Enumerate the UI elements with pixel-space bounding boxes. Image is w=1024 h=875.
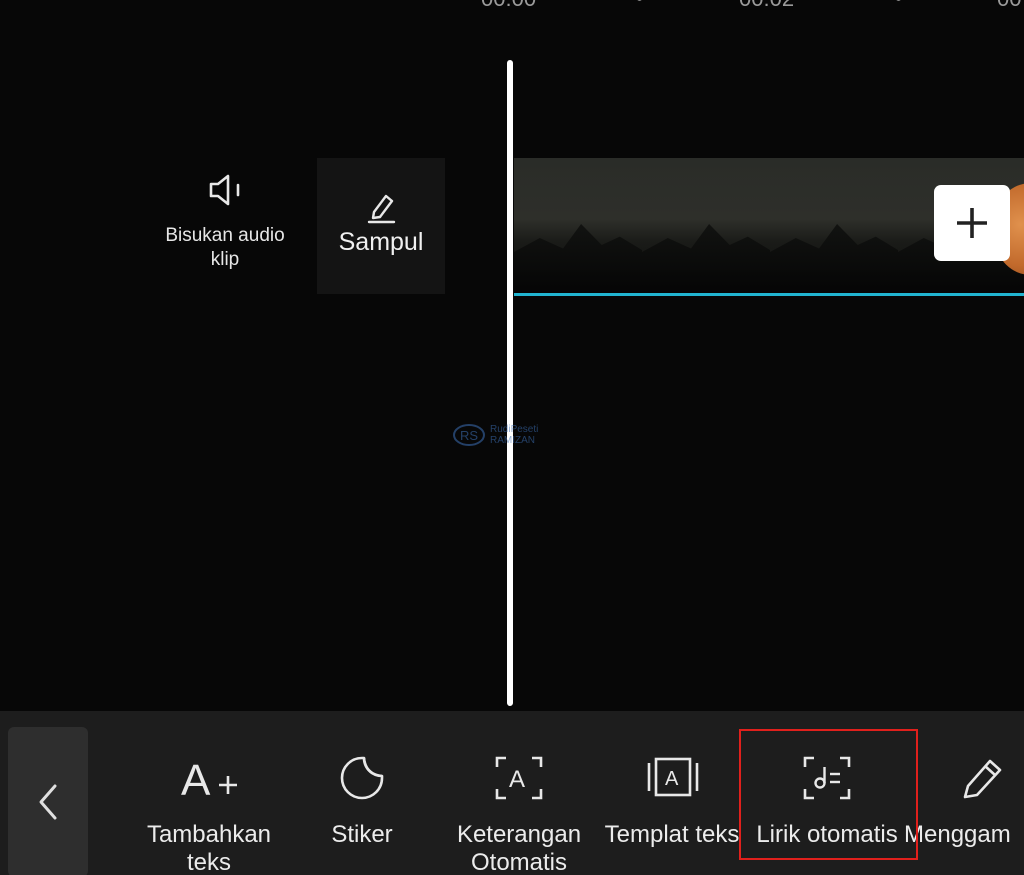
pencil-icon [367, 194, 396, 224]
auto-caption-icon: A [495, 756, 543, 800]
text-add-icon: A [181, 756, 237, 801]
svg-text:A: A [181, 756, 211, 801]
audio-track-line [514, 293, 1024, 296]
back-button[interactable] [8, 727, 88, 875]
watermark: RS RudiPeseti RAMIZAN [452, 422, 538, 448]
svg-text:A: A [665, 768, 679, 790]
mute-clip-audio-label: Bisukan audio klip [165, 225, 285, 270]
auto-captions-label: Keterangan Otomatis [456, 821, 582, 875]
cover-button[interactable]: Sampul [317, 158, 445, 294]
mute-clip-audio-button[interactable]: Bisukan audio klip [150, 170, 300, 272]
watermark-logo-icon: RS [453, 424, 485, 446]
speaker-muted-icon [209, 174, 240, 206]
sticker-icon [340, 756, 384, 800]
sticker-button[interactable]: Stiker [318, 711, 406, 875]
auto-captions-button[interactable]: A Keterangan Otomatis [446, 711, 592, 875]
chevron-left-icon [39, 784, 57, 820]
clip-thumbnail [642, 158, 772, 294]
editor-screen: 00:00 00:02 00 Bisukan audio klip Sampul [0, 0, 1024, 875]
ruler-dot [637, 0, 642, 1]
add-text-button[interactable]: A Tambahkan teks [133, 711, 285, 875]
ruler-dot [896, 0, 901, 1]
add-clip-button[interactable] [934, 185, 1010, 261]
svg-text:A: A [509, 766, 525, 793]
add-text-label: Tambahkan teks [146, 821, 272, 875]
plus-icon [957, 208, 987, 238]
sticker-label: Stiker [331, 821, 393, 848]
text-template-button[interactable]: A Templat teks [596, 711, 748, 875]
watermark-line-2: RAMIZAN [490, 435, 535, 446]
draw-pencil-icon [963, 759, 1002, 799]
text-template-icon: A [647, 757, 699, 797]
ruler-time-label: 00 [997, 0, 1021, 12]
draw-label: Menggam [904, 821, 1011, 848]
cover-label: Sampul [338, 228, 424, 256]
watermark-line-1: RudiPeseti [490, 424, 539, 435]
playhead[interactable] [507, 60, 513, 706]
clip-thumbnail [770, 158, 900, 294]
ruler-time-label: 00:02 [739, 0, 794, 12]
draw-button[interactable]: Menggam [904, 711, 1024, 875]
svg-text:RS: RS [460, 428, 478, 443]
text-template-label: Templat teks [604, 821, 740, 848]
highlight-box [739, 729, 918, 860]
clip-thumbnail [514, 158, 644, 294]
ruler-time-label: 00:00 [481, 0, 536, 12]
